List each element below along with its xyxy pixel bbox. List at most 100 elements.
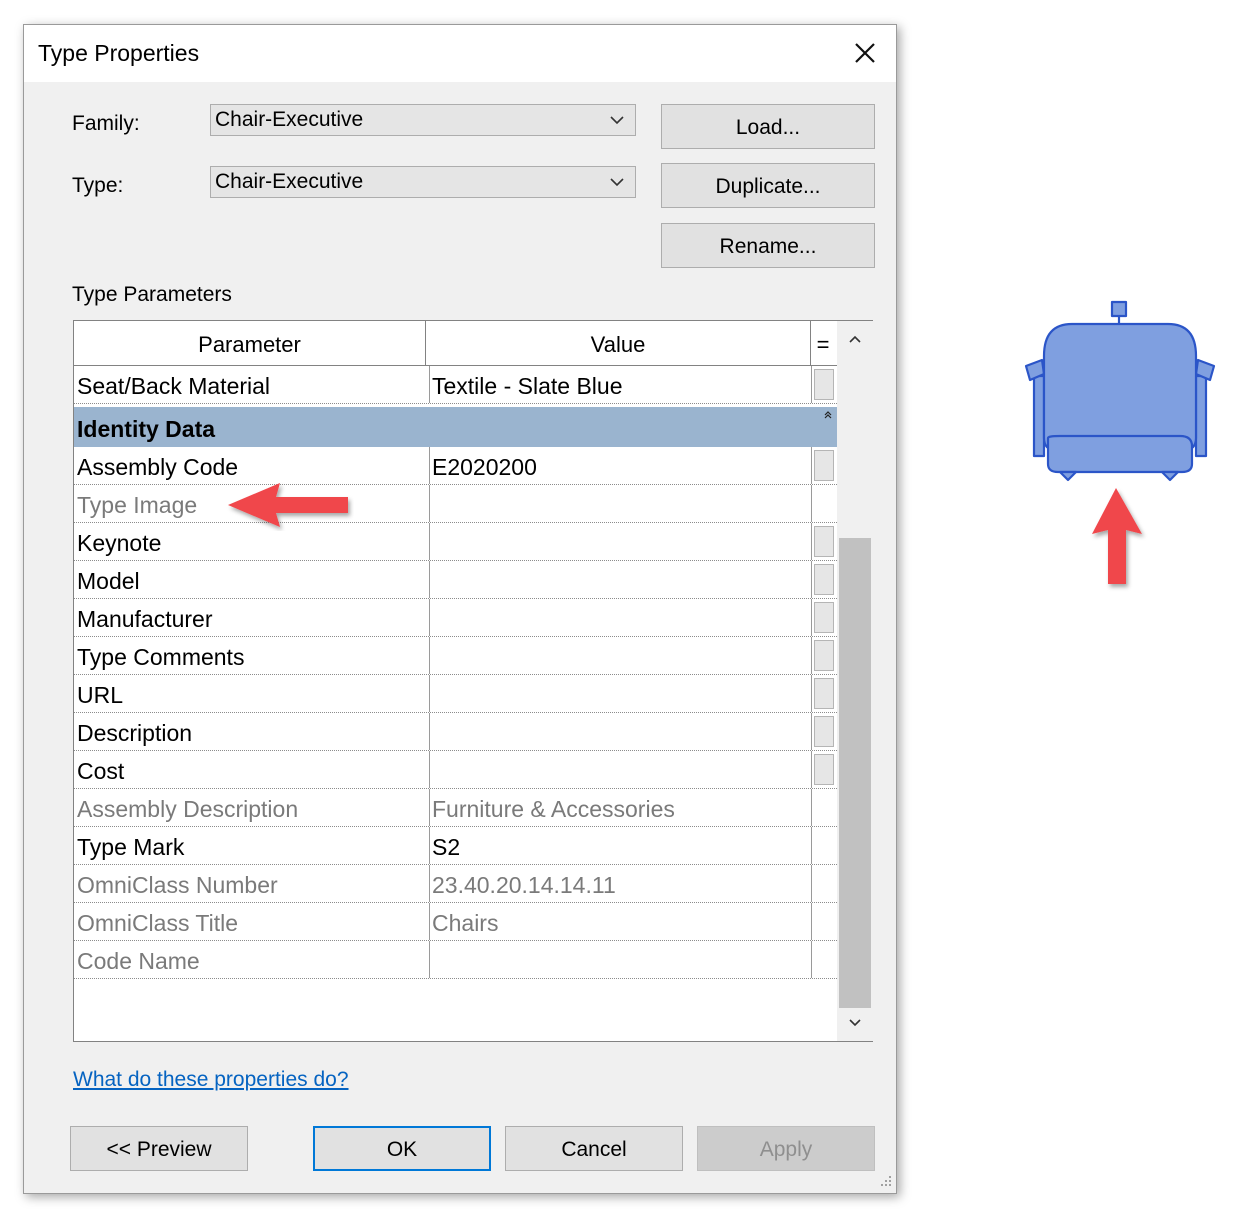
parameter-name: Type Mark: [77, 834, 185, 860]
formula-cell: [811, 366, 837, 403]
scroll-up-button[interactable]: [837, 323, 873, 355]
formula-button[interactable]: [814, 564, 834, 595]
parameter-value[interactable]: [429, 713, 809, 750]
formula-button[interactable]: [814, 526, 834, 557]
family-dropdown[interactable]: Chair-Executive: [210, 104, 636, 136]
table-row[interactable]: Code Name: [74, 941, 837, 979]
formula-cell: [811, 637, 837, 674]
type-parameters-grid: Parameter Value = Seat/Back Material Tex…: [73, 320, 873, 1042]
parameter-name: Manufacturer: [77, 606, 213, 632]
annotation-arrow-up-icon: [1092, 488, 1142, 584]
title-bar: Type Properties: [24, 25, 896, 82]
table-row[interactable]: Assembly Code E2020200: [74, 447, 837, 485]
ok-button[interactable]: OK: [313, 1126, 491, 1171]
parameter-name: Code Name: [77, 948, 200, 974]
close-icon: [855, 43, 875, 63]
resize-grip-icon[interactable]: [877, 1174, 893, 1190]
formula-cell: [811, 751, 837, 788]
formula-button[interactable]: [814, 716, 834, 747]
grid-header: Parameter Value =: [74, 321, 837, 366]
chevron-down-icon: [610, 178, 624, 187]
dialog-title: Type Properties: [38, 40, 200, 66]
load-button[interactable]: Load...: [661, 104, 875, 149]
formula-button[interactable]: [814, 678, 834, 709]
parameter-value[interactable]: Textile - Slate Blue: [429, 366, 809, 403]
formula-cell: [811, 675, 837, 712]
formula-button[interactable]: [814, 640, 834, 671]
table-row[interactable]: Type Comments: [74, 637, 837, 675]
help-link[interactable]: What do these properties do?: [73, 1068, 349, 1092]
column-header-formula[interactable]: =: [811, 321, 835, 365]
collapse-icon[interactable]: [823, 407, 833, 423]
formula-cell: [811, 941, 837, 978]
scroll-down-button[interactable]: [837, 1007, 873, 1039]
type-properties-dialog: Type Properties Family: Chair-Executive …: [23, 24, 897, 1194]
parameter-name: Cost: [77, 758, 125, 784]
table-row[interactable]: Manufacturer: [74, 599, 837, 637]
chair-plan-icon: [1024, 300, 1216, 482]
parameter-value[interactable]: E2020200: [429, 447, 809, 484]
parameter-value[interactable]: [429, 675, 809, 712]
apply-button[interactable]: Apply: [697, 1126, 875, 1171]
formula-button[interactable]: [814, 602, 834, 633]
column-header-value[interactable]: Value: [426, 321, 811, 365]
group-title: Identity Data: [77, 416, 216, 442]
parameter-name: OmniClass Title: [77, 910, 239, 936]
table-row[interactable]: Keynote: [74, 523, 837, 561]
group-header-identity-data[interactable]: Identity Data: [74, 407, 837, 447]
preview-button[interactable]: << Preview: [70, 1126, 248, 1171]
parameter-value[interactable]: [429, 561, 809, 598]
table-row[interactable]: OmniClass Number 23.40.20.14.14.11: [74, 865, 837, 903]
formula-button[interactable]: [814, 369, 834, 400]
type-dropdown[interactable]: Chair-Executive: [210, 166, 636, 198]
table-row[interactable]: Type Mark S2: [74, 827, 837, 865]
type-label: Type:: [72, 174, 124, 197]
parameter-value[interactable]: S2: [429, 827, 809, 864]
table-row[interactable]: Seat/Back Material Textile - Slate Blue: [74, 366, 837, 404]
column-header-parameter[interactable]: Parameter: [74, 321, 426, 365]
formula-button[interactable]: [814, 450, 834, 481]
family-label: Family:: [72, 112, 140, 135]
table-row[interactable]: Type Image: [74, 485, 837, 523]
type-parameters-label: Type Parameters: [72, 283, 232, 306]
table-row[interactable]: Assembly Description Furniture & Accessor…: [74, 789, 837, 827]
parameter-value: Furniture & Accessories: [429, 789, 809, 826]
table-row[interactable]: Cost: [74, 751, 837, 789]
vertical-scrollbar[interactable]: [837, 321, 873, 1041]
parameter-name: OmniClass Number: [77, 872, 278, 898]
table-row[interactable]: URL: [74, 675, 837, 713]
formula-cell: [811, 827, 837, 864]
formula-cell: [811, 485, 837, 522]
table-row[interactable]: Model: [74, 561, 837, 599]
parameter-value: [429, 941, 809, 978]
parameter-name: Assembly Description: [77, 796, 299, 822]
type-value: Chair-Executive: [215, 170, 364, 193]
chevron-down-icon: [849, 1019, 861, 1027]
parameter-value: Chairs: [429, 903, 809, 940]
parameter-value[interactable]: [429, 751, 809, 788]
parameter-value: 23.40.20.14.14.11: [429, 865, 809, 902]
formula-cell: [811, 447, 837, 484]
chevron-down-icon: [610, 116, 624, 125]
parameter-name: Seat/Back Material: [77, 373, 271, 399]
chevron-up-icon: [849, 335, 861, 343]
parameter-value[interactable]: [429, 637, 809, 674]
formula-cell: [811, 865, 837, 902]
formula-cell: [811, 789, 837, 826]
table-row[interactable]: Description: [74, 713, 837, 751]
parameter-name: Description: [77, 720, 193, 746]
formula-cell: [811, 561, 837, 598]
scrollbar-thumb[interactable]: [839, 538, 871, 1008]
parameter-value[interactable]: [429, 599, 809, 636]
parameter-name: Type Comments: [77, 644, 245, 670]
table-row[interactable]: OmniClass Title Chairs: [74, 903, 837, 941]
formula-button[interactable]: [814, 754, 834, 785]
close-button[interactable]: [844, 35, 886, 71]
family-value: Chair-Executive: [215, 108, 364, 131]
formula-cell: [811, 599, 837, 636]
rename-button[interactable]: Rename...: [661, 223, 875, 268]
formula-cell: [811, 713, 837, 750]
cancel-button[interactable]: Cancel: [505, 1126, 683, 1171]
duplicate-button[interactable]: Duplicate...: [661, 163, 875, 208]
parameter-value[interactable]: [429, 523, 809, 560]
